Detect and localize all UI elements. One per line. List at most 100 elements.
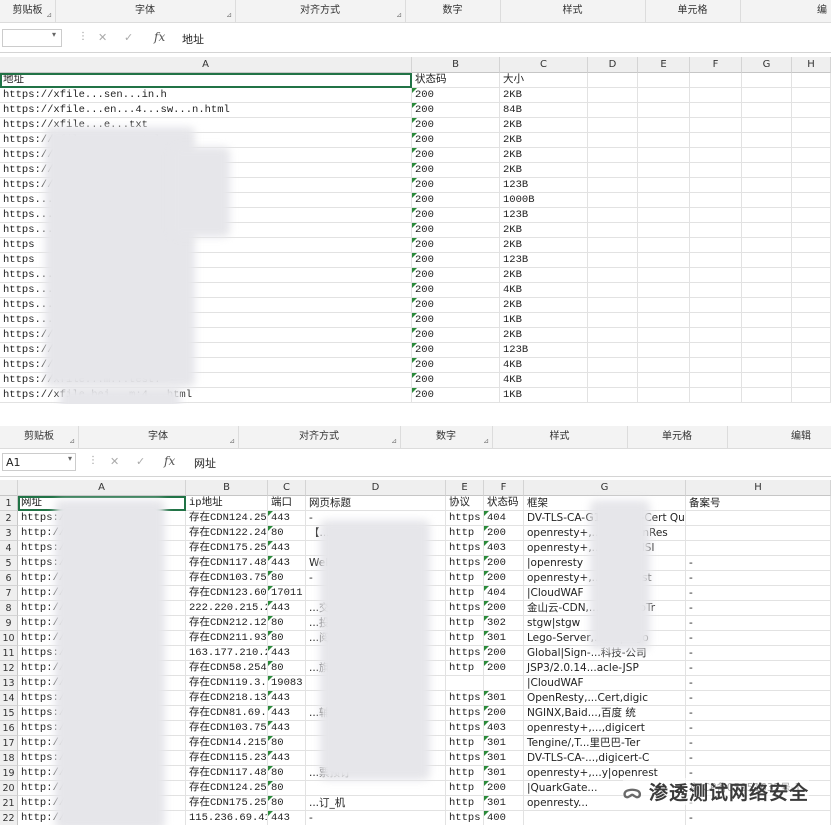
table-cell[interactable]: 200 [412, 343, 500, 358]
table-cell[interactable]: DV-TLS-CA-...,digicert-C [524, 751, 686, 766]
empty-cell[interactable] [638, 88, 690, 103]
table-cell[interactable]: http [446, 586, 484, 601]
empty-cell[interactable] [742, 298, 792, 313]
table-cell[interactable]: 200 [412, 118, 500, 133]
table-cell[interactable]: http [446, 631, 484, 646]
table-cell[interactable]: 200 [412, 283, 500, 298]
table-cell[interactable]: 443 [268, 811, 306, 825]
empty-cell[interactable] [792, 328, 831, 343]
table-cell[interactable]: - [306, 811, 446, 825]
table-cell[interactable]: 301 [484, 736, 524, 751]
table-cell[interactable]: https://xfile...sen...in.h [0, 88, 412, 103]
empty-cell[interactable] [588, 358, 638, 373]
column-header-d[interactable]: D [588, 57, 638, 73]
table-cell[interactable]: http [446, 526, 484, 541]
column-header-b[interactable]: B [412, 57, 500, 73]
column-header-d[interactable]: D [306, 480, 446, 496]
table-cell[interactable]: 200 [484, 571, 524, 586]
table-cell[interactable]: 存在CDN124.250. [186, 511, 268, 526]
empty-cell[interactable] [638, 343, 690, 358]
table-cell[interactable]: 84B [500, 103, 588, 118]
row-header[interactable]: 7 [0, 586, 18, 601]
empty-cell[interactable] [742, 208, 792, 223]
empty-cell[interactable] [742, 163, 792, 178]
empty-cell[interactable] [792, 373, 831, 388]
header-cell[interactable]: ip地址 [186, 496, 268, 511]
row-header[interactable]: 2 [0, 511, 18, 526]
empty-cell[interactable] [638, 298, 690, 313]
table-cell[interactable]: http [446, 781, 484, 796]
table-cell[interactable]: 443 [268, 706, 306, 721]
table-cell[interactable]: 200 [412, 358, 500, 373]
table-cell[interactable]: 存在CDN211.93. [186, 631, 268, 646]
empty-cell[interactable] [792, 178, 831, 193]
ribbon-group-styles[interactable]: 样式 [500, 0, 646, 22]
formula-input[interactable]: 地址 [182, 31, 204, 47]
table-cell[interactable]: 443 [268, 646, 306, 661]
empty-cell[interactable] [742, 118, 792, 133]
table-cell[interactable]: 2KB [500, 133, 588, 148]
column-header-f[interactable]: F [484, 480, 524, 496]
table-cell[interactable]: 存在CDN212.129. [186, 616, 268, 631]
table-cell[interactable]: https [446, 541, 484, 556]
empty-cell[interactable] [638, 313, 690, 328]
table-cell[interactable]: NGINX,Baid...,百度 统 [524, 706, 686, 721]
row-header[interactable]: 6 [0, 571, 18, 586]
empty-cell[interactable] [638, 118, 690, 133]
empty-cell[interactable] [742, 238, 792, 253]
empty-cell[interactable] [792, 193, 831, 208]
table-cell[interactable]: 1KB [500, 313, 588, 328]
table-cell[interactable]: 2KB [500, 268, 588, 283]
table-cell[interactable]: 200 [412, 373, 500, 388]
empty-cell[interactable] [792, 268, 831, 283]
table-cell[interactable]: 301 [484, 796, 524, 811]
empty-cell[interactable] [588, 268, 638, 283]
empty-cell[interactable] [588, 178, 638, 193]
table-cell[interactable]: - [686, 631, 831, 646]
empty-cell[interactable] [792, 148, 831, 163]
empty-cell[interactable] [690, 328, 742, 343]
header-cell[interactable]: 备案号 [686, 496, 831, 511]
ribbon-group-clipboard[interactable]: 剪贴板 ⊿ [0, 426, 79, 448]
table-cell[interactable] [484, 676, 524, 691]
row-header[interactable]: 12 [0, 661, 18, 676]
ribbon-group-alignment[interactable]: 对齐方式 ⊿ [238, 426, 401, 448]
row-header[interactable]: 5 [0, 556, 18, 571]
check-icon[interactable]: ✓ [136, 455, 145, 468]
select-all-corner[interactable] [0, 480, 18, 496]
table-cell[interactable]: 1000B [500, 193, 588, 208]
table-cell[interactable]: - [686, 676, 831, 691]
table-cell[interactable]: 403 [484, 721, 524, 736]
dialog-launcher-icon[interactable]: ⊿ [226, 11, 232, 19]
table-cell[interactable]: 2KB [500, 118, 588, 133]
cancel-icon[interactable]: ✕ [110, 455, 119, 468]
empty-cell[interactable] [638, 268, 690, 283]
row-header[interactable]: 1 [0, 496, 18, 511]
table-cell[interactable]: https [446, 601, 484, 616]
empty-cell[interactable] [588, 343, 638, 358]
empty-cell[interactable] [588, 373, 638, 388]
empty-cell[interactable] [588, 298, 638, 313]
empty-cell[interactable] [792, 73, 831, 88]
table-cell[interactable]: 存在CDN117.48. [186, 556, 268, 571]
empty-cell[interactable] [690, 358, 742, 373]
table-cell[interactable]: 200 [412, 208, 500, 223]
empty-cell[interactable] [792, 223, 831, 238]
empty-cell[interactable] [792, 358, 831, 373]
row-header[interactable]: 4 [0, 541, 18, 556]
table-cell[interactable]: 存在CDN103.75. [186, 721, 268, 736]
empty-cell[interactable] [792, 118, 831, 133]
header-cell[interactable]: 网页标题 [306, 496, 446, 511]
empty-cell[interactable] [742, 103, 792, 118]
empty-cell[interactable] [792, 133, 831, 148]
table-cell[interactable]: 1KB [500, 388, 588, 403]
ribbon-group-editing[interactable]: 编 [740, 0, 831, 22]
table-cell[interactable]: 存在CDN117.48. [186, 766, 268, 781]
table-cell[interactable]: 80 [268, 736, 306, 751]
table-cell[interactable]: 301 [484, 766, 524, 781]
header-cell[interactable]: 状态码 [484, 496, 524, 511]
empty-cell[interactable] [742, 328, 792, 343]
row-header[interactable]: 19 [0, 766, 18, 781]
empty-cell[interactable] [638, 193, 690, 208]
table-cell[interactable]: https [446, 646, 484, 661]
